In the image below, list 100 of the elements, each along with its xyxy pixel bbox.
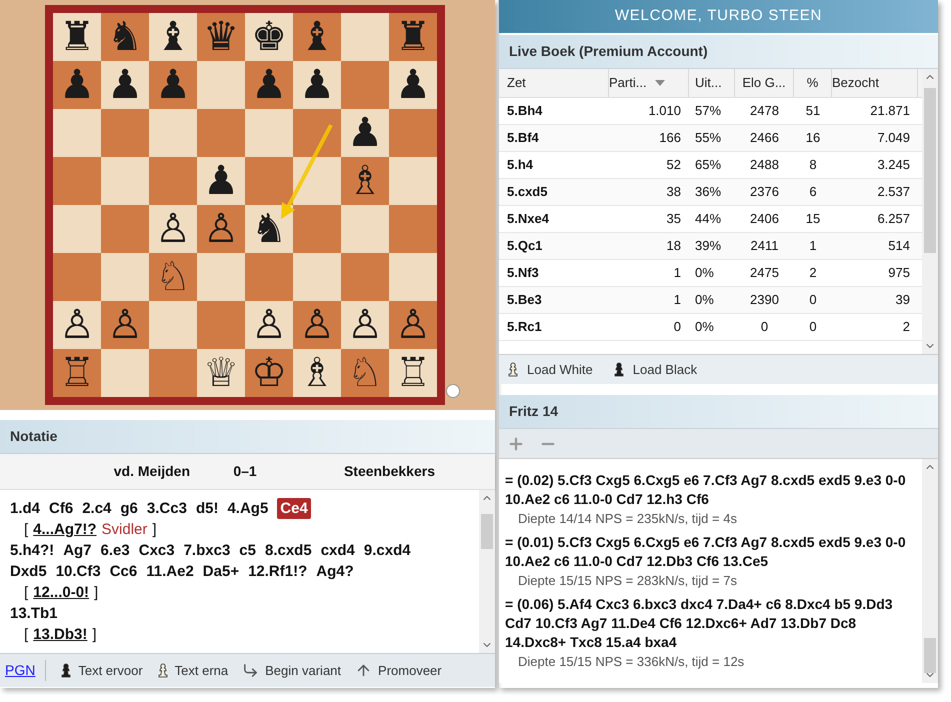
board-square[interactable]: [341, 13, 389, 61]
move-text[interactable]: 8.cxd5: [264, 540, 312, 561]
toolbar-button[interactable]: Text ervoor: [60, 660, 143, 680]
chess-piece[interactable]: ♘: [155, 257, 191, 297]
board-square[interactable]: ♟: [197, 157, 245, 205]
variation-move[interactable]: 12...0-0!: [33, 582, 90, 603]
column-header[interactable]: Bezocht: [832, 69, 918, 97]
board-square[interactable]: [101, 109, 149, 157]
variation-move[interactable]: 4...Ag7!?: [33, 519, 97, 540]
chess-piece[interactable]: ♙: [203, 209, 239, 249]
board-square[interactable]: ♝: [293, 13, 341, 61]
move-text[interactable]: 7.bxc3: [184, 540, 230, 561]
scroll-thumb[interactable]: [481, 514, 493, 549]
column-header[interactable]: Elo G...: [735, 69, 794, 97]
board-square[interactable]: [197, 253, 245, 301]
move-text[interactable]: c5: [239, 540, 256, 561]
move-text[interactable]: Ag7: [63, 540, 92, 561]
move-text[interactable]: 9.cxd4: [364, 540, 411, 561]
chess-piece[interactable]: ♕: [203, 353, 239, 393]
scrollbar[interactable]: [922, 69, 938, 354]
board-square[interactable]: ♙: [197, 205, 245, 253]
move-text[interactable]: Ce4: [277, 498, 311, 519]
board-square[interactable]: ♙: [53, 301, 101, 349]
chess-piece[interactable]: ♖: [395, 353, 431, 393]
board-square[interactable]: [245, 157, 293, 205]
chess-piece[interactable]: ♙: [299, 305, 335, 345]
board-square[interactable]: [197, 61, 245, 109]
chess-piece[interactable]: ♟: [59, 65, 95, 105]
board-square[interactable]: [101, 349, 149, 397]
board-square[interactable]: [53, 109, 101, 157]
scroll-thumb[interactable]: [924, 638, 936, 673]
board-square[interactable]: [293, 109, 341, 157]
chess-piece[interactable]: ♜: [395, 17, 431, 57]
board-square[interactable]: [389, 157, 437, 205]
board-square[interactable]: ♝: [149, 13, 197, 61]
chess-piece[interactable]: ♗: [347, 161, 383, 201]
column-header[interactable]: Zet: [499, 69, 609, 97]
pgn-link[interactable]: PGN: [5, 660, 46, 681]
move-text[interactable]: 4.Ag5: [227, 498, 268, 519]
chess-piece[interactable]: ♟: [395, 65, 431, 105]
chess-piece[interactable]: ♛: [203, 17, 239, 57]
move-text[interactable]: 13.Tb1: [10, 603, 58, 624]
board-square[interactable]: ♔: [245, 349, 293, 397]
board-square[interactable]: ♕: [197, 349, 245, 397]
board-square[interactable]: [389, 205, 437, 253]
board-square[interactable]: ♜: [53, 13, 101, 61]
move-text[interactable]: 3.Cc3: [146, 498, 187, 519]
board-square[interactable]: ♟: [149, 61, 197, 109]
chess-piece[interactable]: ♟: [347, 113, 383, 153]
chess-piece[interactable]: ♙: [395, 305, 431, 345]
chess-board[interactable]: ♜ ♞ ♝ ♛ ♚ ♝ ♜ ♟ ♟ ♟ ♟ ♟ ♟ ♟ ♟ ♗ ♙ ♙ ♞ ♘ ♙ ♙ ♙ ♙ ♙ ♙ ♖ ♕ ♔ ♗ ♘ ♖: [45, 5, 445, 405]
chess-piece[interactable]: ♙: [347, 305, 383, 345]
chess-piece[interactable]: ♝: [155, 17, 191, 57]
column-header[interactable]: Parti...: [609, 69, 689, 97]
board-square[interactable]: [245, 109, 293, 157]
move-text[interactable]: Da5+: [202, 561, 240, 582]
board-square[interactable]: [389, 109, 437, 157]
chess-piece[interactable]: ♟: [107, 65, 143, 105]
chess-piece[interactable]: ♞: [251, 209, 287, 249]
chess-piece[interactable]: ♙: [155, 209, 191, 249]
board-square[interactable]: [293, 157, 341, 205]
toolbar-button[interactable]: Promoveer: [355, 660, 442, 680]
move-text[interactable]: Dxd5: [10, 561, 47, 582]
scrollbar[interactable]: [922, 459, 938, 683]
board-square[interactable]: [293, 253, 341, 301]
board-square[interactable]: ♖: [389, 349, 437, 397]
board-square[interactable]: ♙: [101, 301, 149, 349]
board-square[interactable]: [149, 349, 197, 397]
scrollbar[interactable]: [479, 490, 495, 653]
chess-piece[interactable]: ♙: [59, 305, 95, 345]
board-square[interactable]: ♞: [245, 205, 293, 253]
board-square[interactable]: [197, 109, 245, 157]
board-square[interactable]: ♗: [341, 157, 389, 205]
board-square[interactable]: [245, 253, 293, 301]
board-square[interactable]: [149, 109, 197, 157]
board-square[interactable]: ♞: [101, 13, 149, 61]
board-square[interactable]: ♟: [293, 61, 341, 109]
chess-piece[interactable]: ♞: [107, 17, 143, 57]
move-text[interactable]: 10.Cf3: [56, 561, 101, 582]
chess-piece[interactable]: ♟: [299, 65, 335, 105]
board-square[interactable]: [53, 157, 101, 205]
board-square[interactable]: [341, 253, 389, 301]
board-square[interactable]: ♖: [53, 349, 101, 397]
board-square[interactable]: [197, 301, 245, 349]
move-text[interactable]: d5!: [196, 498, 218, 519]
chess-piece[interactable]: ♘: [347, 353, 383, 393]
move-text[interactable]: Cc6: [110, 561, 138, 582]
column-header[interactable]: Uit...: [689, 69, 735, 97]
board-square[interactable]: [53, 253, 101, 301]
variation-move[interactable]: 13.Db3!: [33, 624, 88, 645]
board-square[interactable]: ♙: [149, 205, 197, 253]
board-square[interactable]: ♟: [101, 61, 149, 109]
scroll-thumb[interactable]: [924, 88, 936, 253]
chess-piece[interactable]: ♖: [59, 353, 95, 393]
board-square[interactable]: [389, 253, 437, 301]
board-square[interactable]: ♟: [53, 61, 101, 109]
move-text[interactable]: Cf6: [49, 498, 74, 519]
board-square[interactable]: [149, 157, 197, 205]
move-text[interactable]: Cxc3: [138, 540, 175, 561]
chess-piece[interactable]: ♗: [299, 353, 335, 393]
